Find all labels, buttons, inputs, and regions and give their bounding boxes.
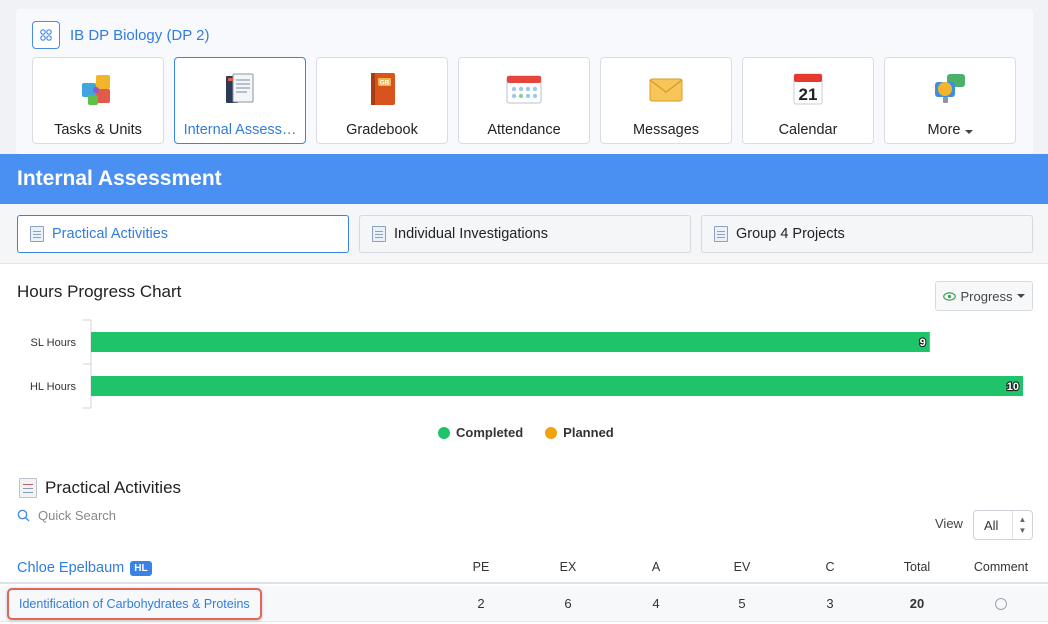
cell-ex: 6 [564,596,572,611]
chevron-down-icon [964,130,973,134]
legend-item-completed[interactable]: Completed [438,425,523,440]
attendance-icon [505,70,543,108]
tile-label: Messages [632,122,700,138]
tile-label: Internal Assess… [183,122,297,138]
progress-toggle-label: Progress [960,288,1013,304]
chat-bubbles-icon [931,70,969,108]
calendar-icon: 21 [789,70,827,108]
section-title: Internal Assessment [17,167,222,190]
app-tiles: Tasks & Units Internal Assess… GB Gradeb… [32,57,1016,144]
tile-label: Attendance [487,122,561,138]
legend-label: Planned [563,425,614,440]
search-input[interactable]: Quick Search [38,508,116,523]
tile-attendance[interactable]: Attendance [458,57,590,144]
subtabs-bar: Practical Activities Individual Investig… [0,204,1048,264]
legend-dot [545,426,558,439]
cell-ev: 5 [738,596,746,611]
column-header: Total [903,560,931,574]
tab-group-4-projects[interactable]: Group 4 Projects [701,215,1033,253]
search-icon [17,509,30,522]
column-header: PE [472,560,490,574]
category-label: HL Hours [30,381,77,393]
practical-activities-title: Practical Activities [45,478,182,497]
view-select[interactable]: All ▲ ▼ [973,510,1033,540]
gradebook-icon: GB [363,70,401,108]
select-stepper-icon: ▲ ▼ [1012,511,1032,539]
course-header: IB DP Biology (DP 2) Tasks & Units Inter… [16,9,1033,154]
practical-activities-heading: Practical Activities [19,478,181,498]
hours-bar-chart: SL Hours 9 HL Hours 10 [30,319,1023,409]
chart-legend: Completed Planned [438,425,614,440]
course-title-row: IB DP Biology (DP 2) [32,21,210,49]
cell-c: 3 [826,596,834,611]
activity-name-link[interactable]: Identification of Carbohydrates & Protei… [7,588,262,620]
view-select-value: All [984,517,999,533]
tile-internal-assessment[interactable]: Internal Assess… [174,57,306,144]
column-header: Comment [973,560,1029,574]
document-icon [30,226,44,242]
tab-label: Practical Activities [52,226,169,242]
tile-messages[interactable]: Messages [600,57,732,144]
chart-title: Hours Progress Chart [17,282,182,301]
tile-tasks-units[interactable]: Tasks & Units [32,57,164,144]
tile-label: Calendar [778,122,838,138]
column-header: EX [559,560,577,574]
comment-icon[interactable] [995,598,1007,610]
table-row: Identification of Carbohydrates & Protei… [0,586,1048,622]
progress-toggle-button[interactable]: Progress [935,281,1033,311]
bar-completed[interactable] [91,376,1023,396]
course-title[interactable]: IB DP Biology (DP 2) [70,27,210,44]
grid-icon[interactable] [32,21,60,49]
eye-icon [943,291,957,301]
main-panel: Practical Activities Individual Investig… [0,204,1048,624]
quick-search[interactable]: Quick Search [17,508,116,523]
category-label: SL Hours [31,337,77,349]
tile-label: Tasks & Units [54,122,142,138]
tab-individual-investigations[interactable]: Individual Investigations [359,215,691,253]
section-header: Internal Assessment [0,154,1048,204]
document-icon [372,226,386,242]
tab-practical-activities[interactable]: Practical Activities [17,215,349,253]
bar-completed[interactable] [91,332,930,352]
puzzle-icon [79,70,117,108]
view-label: View [935,516,963,531]
svg-text:GB: GB [380,80,390,87]
tile-label: Gradebook [346,122,418,138]
legend-item-planned[interactable]: Planned [545,425,614,440]
document-list-icon [19,478,37,498]
document-icon [714,226,728,242]
cell-a: 4 [652,596,660,611]
student-name-link[interactable]: Chloe Epelbaum [17,560,124,576]
tab-label: Group 4 Projects [736,226,845,242]
legend-label: Completed [456,425,524,440]
level-badge: HL [130,560,152,576]
chevron-down-icon [1016,294,1025,298]
tile-label: More [927,122,973,138]
more-label: More [927,122,961,138]
calendar-day: 21 [799,85,818,104]
column-header: A [651,560,661,574]
student-header: Chloe Epelbaum HL [17,560,152,576]
tab-label: Individual Investigations [394,226,548,242]
cell-total: 20 [909,596,925,611]
tile-calendar[interactable]: 21 Calendar [742,57,874,144]
bar-data-label: 10 [1007,381,1019,393]
cell-pe: 2 [477,596,485,611]
bar-data-label: 9 [920,337,926,349]
table-header: Chloe Epelbaum HL PE EX A EV C Total Com… [0,554,1048,584]
legend-dot [438,426,450,439]
tile-more[interactable]: More [884,57,1016,144]
page: IB DP Biology (DP 2) Tasks & Units Inter… [0,0,1048,624]
envelope-icon [647,70,685,108]
notebook-icon [221,70,259,108]
column-header: EV [733,560,751,574]
column-header: C [825,560,835,574]
tile-gradebook[interactable]: GB Gradebook [316,57,448,144]
